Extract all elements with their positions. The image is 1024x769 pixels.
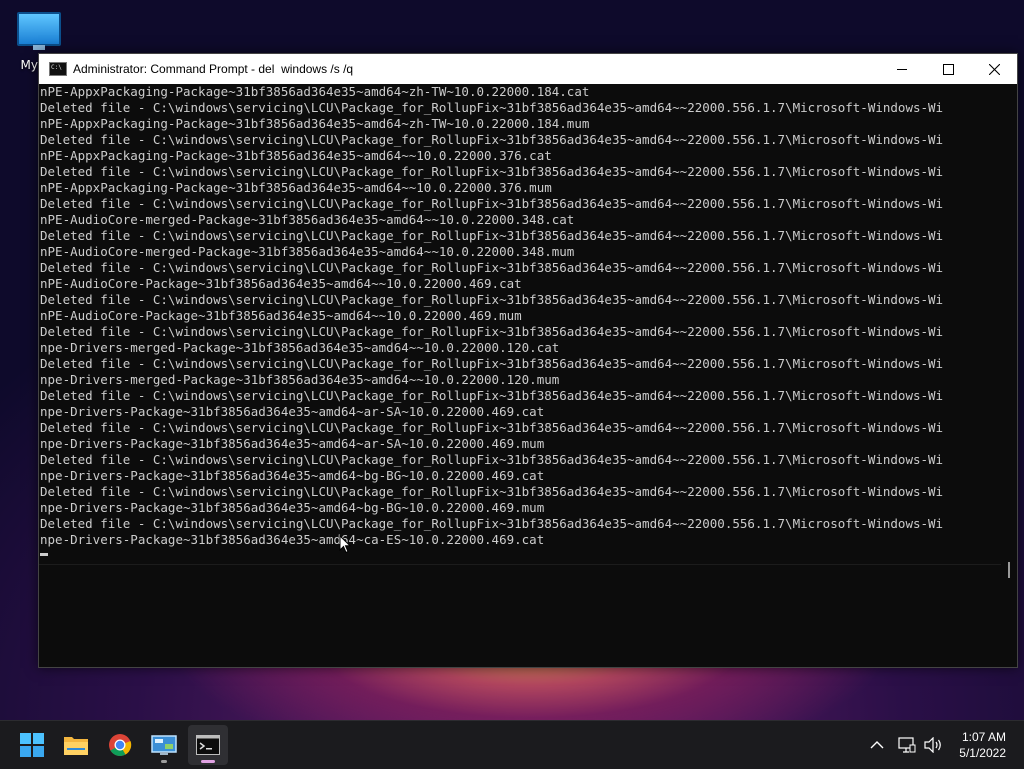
console-line: Deleted file - C:\windows\servicing\LCU\… [40,388,944,403]
console-output[interactable]: nPE-AppxPackaging-Package~31bf3856ad364e… [39,84,1002,664]
running-indicator [161,760,167,763]
start-icon [20,733,44,757]
system-tray [870,721,944,769]
console-line: Deleted file - C:\windows\servicing\LCU\… [40,260,944,275]
text-cursor [40,553,48,556]
console-line: nPE-AppxPackaging-Package~31bf3856ad364e… [40,180,552,195]
console-line: Deleted file - C:\windows\servicing\LCU\… [40,228,944,243]
active-indicator [201,760,215,763]
console-line: npe-Drivers-merged-Package~31bf3856ad364… [40,372,560,387]
console-line: npe-Drivers-merged-Package~31bf3856ad364… [40,340,560,355]
console-line: Deleted file - C:\windows\servicing\LCU\… [40,484,944,499]
command-prompt-icon [49,62,67,76]
taskbar-command-prompt[interactable] [188,725,228,765]
close-button[interactable] [971,54,1017,84]
chevron-up-icon[interactable] [870,740,884,750]
close-icon [988,63,1000,75]
clock-time: 1:07 AM [961,730,1006,744]
console-line: nPE-AppxPackaging-Package~31bf3856ad364e… [40,148,552,163]
console-line: Deleted file - C:\windows\servicing\LCU\… [40,516,944,531]
console-line: Deleted file - C:\windows\servicing\LCU\… [40,196,944,211]
chrome-icon [109,734,132,756]
console-line: Deleted file - C:\windows\servicing\LCU\… [40,164,944,179]
vertical-scrollbar[interactable] [1001,84,1017,664]
console-line: Deleted file - C:\windows\servicing\LCU\… [40,356,944,371]
maximize-icon [942,63,954,75]
console-line: npe-Drivers-Package~31bf3856ad364e35~amd… [40,436,545,451]
command-prompt-icon [196,735,220,755]
console-line: Deleted file - C:\windows\servicing\LCU\… [40,292,944,307]
window-title: Administrator: Command Prompt - del wind… [73,62,354,76]
console-line: Deleted file - C:\windows\servicing\LCU\… [40,100,944,115]
taskbar-clock[interactable]: 1:07 AM 5/1/2022 [959,729,1006,761]
console-line: nPE-AppxPackaging-Package~31bf3856ad364e… [40,116,590,131]
maximize-button[interactable] [925,54,971,84]
minimize-icon [897,68,907,70]
console-line: Deleted file - C:\windows\servicing\LCU\… [40,452,944,467]
taskbar-file-explorer[interactable] [56,725,96,765]
taskbar-chrome[interactable] [100,725,140,765]
scrollbar-thumb[interactable] [1008,562,1010,578]
file-explorer-icon [64,737,88,755]
console-line: Deleted file - C:\windows\servicing\LCU\… [40,420,944,435]
start-button[interactable] [12,725,52,765]
console-line: Deleted file - C:\windows\servicing\LCU\… [40,132,944,147]
console-line: nPE-AudioCore-merged-Package~31bf3856ad3… [40,244,575,259]
console-line: npe-Drivers-Package~31bf3856ad364e35~amd… [40,404,545,419]
mouse-pointer-icon [339,535,351,554]
monitor-icon [17,12,61,50]
volume-icon[interactable] [924,737,944,753]
title-bar[interactable]: Administrator: Command Prompt - del wind… [39,54,1017,84]
clock-date: 5/1/2022 [959,746,1006,760]
command-prompt-window[interactable]: Administrator: Command Prompt - del wind… [38,53,1018,668]
console-line: npe-Drivers-Package~31bf3856ad364e35~amd… [40,500,545,515]
console-line: nPE-AudioCore-Package~31bf3856ad364e35~a… [40,308,522,323]
console-line: npe-Drivers-Package~31bf3856ad364e35~amd… [40,468,545,483]
taskbar: 1:07 AM 5/1/2022 [0,720,1024,769]
console-line: nPE-AppxPackaging-Package~31bf3856ad364e… [40,84,590,99]
control-panel-icon [151,735,177,755]
console-line: nPE-AudioCore-Package~31bf3856ad364e35~a… [40,276,522,291]
taskbar-control-panel[interactable] [144,725,184,765]
minimize-button[interactable] [879,54,925,84]
console-line: nPE-AudioCore-merged-Package~31bf3856ad3… [40,212,575,227]
console-line: Deleted file - C:\windows\servicing\LCU\… [40,324,944,339]
buffer-divider [39,564,1001,565]
network-icon[interactable] [898,737,916,753]
console-line: npe-Drivers-Package~31bf3856ad364e35~amd… [40,532,545,547]
